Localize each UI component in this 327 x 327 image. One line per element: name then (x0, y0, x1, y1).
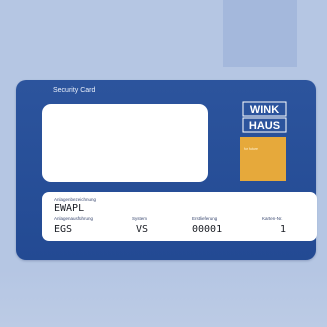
card-title: Security Card (53, 87, 96, 94)
card-number-value: 1 (280, 224, 287, 235)
brand-logo: WINK HAUS (242, 101, 287, 133)
system-label: System (132, 216, 148, 221)
card-number-label: Karten-Nr. (262, 216, 283, 221)
delivery-value: 00001 (192, 224, 223, 235)
card-data-panel: Anlagenbezeichnung EWAPL Anlagenausführu… (42, 192, 317, 241)
brand-tagline: for future (244, 147, 259, 151)
brand-yellow-panel: for future (240, 137, 286, 181)
security-card: Security Card WINK HAUS for future Anlag… (16, 80, 317, 260)
delivery-label: Erstlieferung (192, 216, 218, 221)
brand-top: WINK (250, 104, 279, 116)
card-window (42, 104, 208, 182)
design-label: Anlagenausführung (54, 216, 94, 221)
system-value: VS (136, 224, 149, 235)
brand-bottom: HAUS (249, 120, 280, 132)
background-shade (0, 270, 327, 327)
designation-value: EWAPL (54, 203, 85, 214)
background-square (223, 0, 297, 67)
designation-label: Anlagenbezeichnung (54, 197, 97, 202)
design-value: EGS (54, 224, 73, 235)
